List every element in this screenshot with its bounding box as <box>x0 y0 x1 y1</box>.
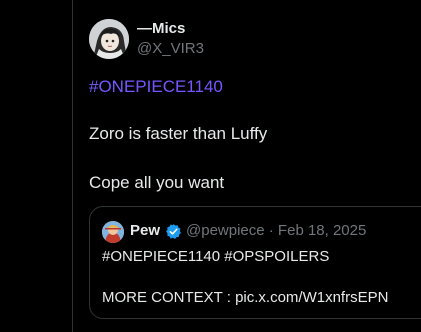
quoted-post-card[interactable]: Pew @pewpiece · Feb 18, 2025 #ONEPIECE11… <box>89 206 421 319</box>
verified-badge-icon <box>166 224 181 239</box>
quoted-author-avatar[interactable] <box>102 221 124 243</box>
author-avatar[interactable] <box>89 19 129 59</box>
quoted-post-text-line: MORE CONTEXT : pic.x.com/W1xnfrsEPN <box>102 289 389 306</box>
hashtag-link[interactable]: #ONEPIECE1140 <box>89 76 223 98</box>
author-display-name[interactable]: —Mics <box>137 20 185 38</box>
post-text-line: Cope all you want <box>89 173 225 192</box>
quoted-handle-and-date: @pewpiece · Feb 18, 2025 <box>186 222 367 239</box>
post-text-line: Zoro is faster than Luffy <box>89 124 268 143</box>
quoted-post-text-line: #ONEPIECE1140 #OPSPOILERS <box>102 248 330 265</box>
timeline-divider <box>72 0 73 332</box>
anime-character-avatar-icon <box>89 19 129 59</box>
quoted-author-display-name[interactable]: Pew <box>130 222 160 240</box>
anime-character-avatar-icon <box>102 221 124 243</box>
post-view: —Mics @X_VIR3 #ONEPIECE1140 Zoro is fast… <box>0 0 421 332</box>
author-handle[interactable]: @X_VIR3 <box>137 40 204 58</box>
